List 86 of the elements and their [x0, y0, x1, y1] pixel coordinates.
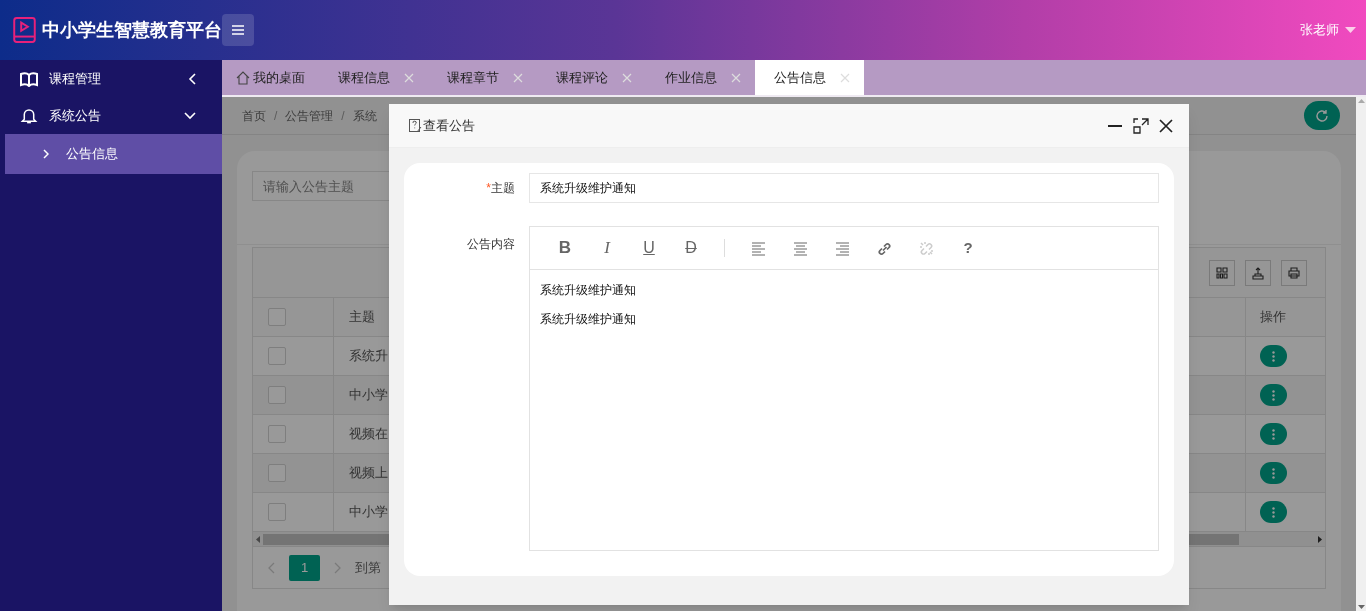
checkbox[interactable]: [268, 464, 286, 482]
bold-button[interactable]: B: [548, 233, 582, 263]
menu-button[interactable]: [222, 14, 254, 46]
breadcrumb-separator: /: [274, 107, 278, 125]
arrow-up-icon[interactable]: [1357, 99, 1365, 103]
breadcrumb-link[interactable]: 系统: [352, 106, 377, 125]
app-title: 中小学生智慧教育平台: [42, 18, 222, 42]
home-icon: [236, 70, 250, 85]
help-button[interactable]: ?: [951, 233, 985, 263]
export-icon: [1251, 265, 1265, 280]
checkbox[interactable]: [268, 386, 286, 404]
book-icon: [20, 70, 38, 87]
table-cell-text: 视频上: [349, 464, 388, 483]
chevron-down-icon: [184, 111, 196, 120]
tab[interactable]: 课程评论: [537, 60, 646, 95]
paragraph: 系统升级维护通知: [540, 311, 637, 328]
chevron-right-icon: [43, 149, 49, 159]
tab[interactable]: 公告信息: [755, 60, 864, 95]
arrow-down-icon[interactable]: [1357, 605, 1365, 609]
checkbox[interactable]: [268, 347, 286, 365]
chevron-left-icon: [188, 72, 196, 85]
refresh-icon: [1315, 108, 1329, 123]
tab[interactable]: 课程章节: [428, 60, 537, 95]
more-button[interactable]: [1260, 462, 1287, 484]
close-icon[interactable]: [1159, 118, 1173, 133]
sidebar-subitem[interactable]: 公告信息: [5, 134, 222, 174]
checkbox[interactable]: [268, 308, 286, 326]
caret-icon: [1345, 27, 1356, 33]
more-button[interactable]: [1260, 384, 1287, 406]
dialog-title: 查看公告: [423, 116, 476, 135]
refresh-button[interactable]: [1304, 101, 1340, 130]
export-button[interactable]: [1245, 259, 1271, 286]
table-cell-text: 中小学: [349, 503, 388, 522]
underline-button[interactable]: U: [632, 233, 666, 263]
unlink-icon: [918, 240, 934, 256]
tab[interactable]: 我的桌面: [222, 60, 319, 95]
columns-icon: [1215, 265, 1229, 280]
align-right-icon: [834, 240, 850, 256]
user-menu[interactable]: 张老师: [1300, 20, 1366, 40]
align-center-icon: [792, 240, 808, 256]
more-icon: [1272, 506, 1275, 518]
sidebar-item[interactable]: 系统公告: [0, 97, 222, 134]
table-cell-text: 视频在: [349, 425, 388, 444]
columns-button[interactable]: [1209, 259, 1235, 286]
edit-icon: [409, 118, 422, 133]
column-header: 操作: [1260, 308, 1286, 327]
sidebar-item[interactable]: 课程管理: [0, 60, 222, 97]
checkbox[interactable]: [268, 425, 286, 443]
print-button[interactable]: [1281, 259, 1307, 286]
column-header: 主题: [349, 308, 375, 327]
strike-button[interactable]: D: [674, 233, 708, 263]
logo-icon: [13, 14, 36, 46]
link-icon: [876, 240, 892, 256]
field-label: 公告内容: [466, 236, 516, 253]
menu-icon: [231, 24, 245, 36]
paragraph: 系统升级维护通知: [540, 282, 637, 299]
tab[interactable]: 作业信息: [646, 60, 755, 95]
more-button[interactable]: [1260, 501, 1287, 523]
prev-page-icon[interactable]: [268, 561, 275, 574]
more-icon: [1272, 389, 1275, 401]
arrow-left-icon[interactable]: [256, 535, 260, 543]
more-icon: [1272, 350, 1275, 362]
bell-icon: [20, 107, 38, 124]
scrollbar[interactable]: [1356, 97, 1366, 611]
toolbar-separator: [724, 239, 725, 257]
more-button[interactable]: [1260, 423, 1287, 445]
goto-label: 到第: [355, 558, 381, 577]
breadcrumb-link[interactable]: 公告管理: [285, 106, 334, 125]
arrow-right-icon[interactable]: [1318, 535, 1322, 543]
field-label: *主题: [485, 180, 516, 197]
checkbox[interactable]: [268, 503, 286, 521]
more-icon: [1272, 428, 1275, 440]
tab[interactable]: 课程信息: [319, 60, 428, 95]
table-cell-text: 中小学: [349, 386, 388, 405]
maximize-icon[interactable]: [1133, 117, 1149, 134]
subject-field[interactable]: 系统升级维护通知: [529, 173, 1159, 203]
rich-text-editor[interactable]: B I U D ? 系统升级维护通知 系统升级维护通知: [529, 226, 1159, 551]
more-button[interactable]: [1260, 345, 1287, 367]
print-icon: [1287, 265, 1301, 280]
align-left-icon: [750, 240, 766, 256]
breadcrumb-separator: /: [341, 107, 345, 125]
breadcrumb-link[interactable]: 首页: [242, 106, 266, 125]
table-cell-text: 系统升: [349, 347, 388, 366]
more-icon: [1272, 467, 1275, 479]
italic-button[interactable]: I: [590, 233, 624, 263]
next-page-icon[interactable]: [334, 561, 341, 574]
